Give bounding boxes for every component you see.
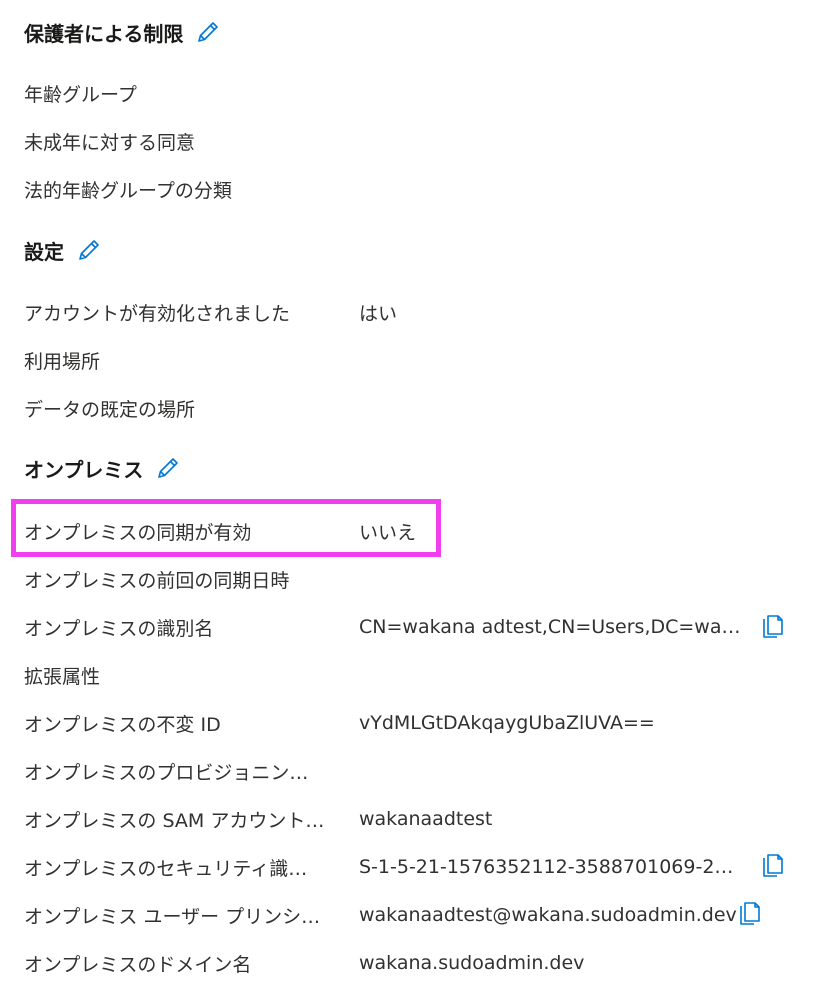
field-label: 利用場所: [24, 350, 101, 373]
field-value: vYdMLGtDAkqaygUbaZlUVA==: [359, 712, 655, 734]
field-label: オンプレミスのドメイン名: [24, 953, 252, 976]
field-label: アカウントが有効化されました: [24, 302, 291, 325]
field-onprem-security-identifier: オンプレミスのセキュリティ識… S-1-5-21-1576352112-3588…: [24, 852, 744, 882]
field-value: S-1-5-21-1576352112-3588701069-288…: [359, 856, 744, 878]
pencil-edit-icon[interactable]: [76, 237, 102, 263]
field-extension-attributes: 拡張属性: [24, 660, 359, 690]
field-age-group: 年齢グループ: [24, 78, 359, 108]
copy-icon[interactable]: [761, 853, 785, 879]
field-preferred-data-location: データの既定の場所: [24, 393, 359, 423]
field-onprem-sync-enabled: オンプレミスの同期が有効 いいえ: [24, 516, 416, 546]
field-onprem-user-principal-name: オンプレミス ユーザー プリンシ… wakanaadtest@wakana.su…: [24, 900, 737, 930]
field-account-enabled: アカウントが有効化されました はい: [24, 297, 397, 327]
field-onprem-distinguished-name: オンプレミスの識別名 CN=wakana adtest,CN=Users,DC=…: [24, 612, 744, 642]
field-value: wakanaadtest: [359, 808, 493, 830]
copy-icon[interactable]: [738, 901, 762, 927]
section-title-parental-controls: 保護者による制限: [24, 17, 221, 47]
section-title-settings: 設定: [24, 235, 102, 265]
field-label: オンプレミスの識別名: [24, 617, 214, 640]
section-title-text: オンプレミス: [24, 457, 144, 482]
section-title-text: 保護者による制限: [24, 21, 184, 46]
field-label: オンプレミス ユーザー プリンシ…: [24, 905, 321, 928]
field-label: 拡張属性: [24, 665, 101, 688]
field-value: いいえ: [359, 521, 417, 544]
field-value: wakanaadtest@wakana.sudoadmin.dev: [359, 904, 737, 926]
field-minor-consent: 未成年に対する同意: [24, 126, 359, 156]
field-label: 未成年に対する同意: [24, 131, 196, 154]
field-label: オンプレミスの不変 ID: [24, 713, 221, 736]
field-label: 法的年齢グループの分類: [24, 179, 232, 202]
field-label: データの既定の場所: [24, 398, 196, 421]
field-value: はい: [359, 302, 398, 325]
pencil-edit-icon[interactable]: [195, 19, 221, 45]
field-usage-location: 利用場所: [24, 345, 359, 375]
field-value: wakana.sudoadmin.dev: [359, 952, 585, 974]
field-label: オンプレミスの前回の同期日時: [24, 569, 290, 592]
pencil-edit-icon[interactable]: [155, 455, 181, 481]
field-onprem-provisioning: オンプレミスのプロビジョニン…: [24, 756, 359, 786]
field-onprem-last-sync: オンプレミスの前回の同期日時: [24, 564, 424, 594]
section-title-on-premises: オンプレミス: [24, 453, 181, 483]
field-onprem-immutable-id: オンプレミスの不変 ID vYdMLGtDAkqaygUbaZlUVA==: [24, 708, 655, 738]
field-label: オンプレミスのプロビジョニン…: [24, 761, 309, 784]
field-onprem-domain-name: オンプレミスのドメイン名 wakana.sudoadmin.dev: [24, 948, 584, 978]
field-label: オンプレミスの SAM アカウント…: [24, 809, 325, 832]
field-onprem-sam-account: オンプレミスの SAM アカウント… wakanaadtest: [24, 804, 492, 834]
field-legal-age-classification: 法的年齢グループの分類: [24, 174, 359, 204]
field-label: オンプレミスの同期が有効: [24, 521, 252, 544]
section-title-text: 設定: [24, 239, 64, 264]
field-value: CN=wakana adtest,CN=Users,DC=waka…: [359, 616, 744, 638]
copy-icon[interactable]: [761, 614, 785, 640]
field-label: 年齢グループ: [24, 83, 137, 106]
field-label: オンプレミスのセキュリティ識…: [24, 857, 308, 880]
